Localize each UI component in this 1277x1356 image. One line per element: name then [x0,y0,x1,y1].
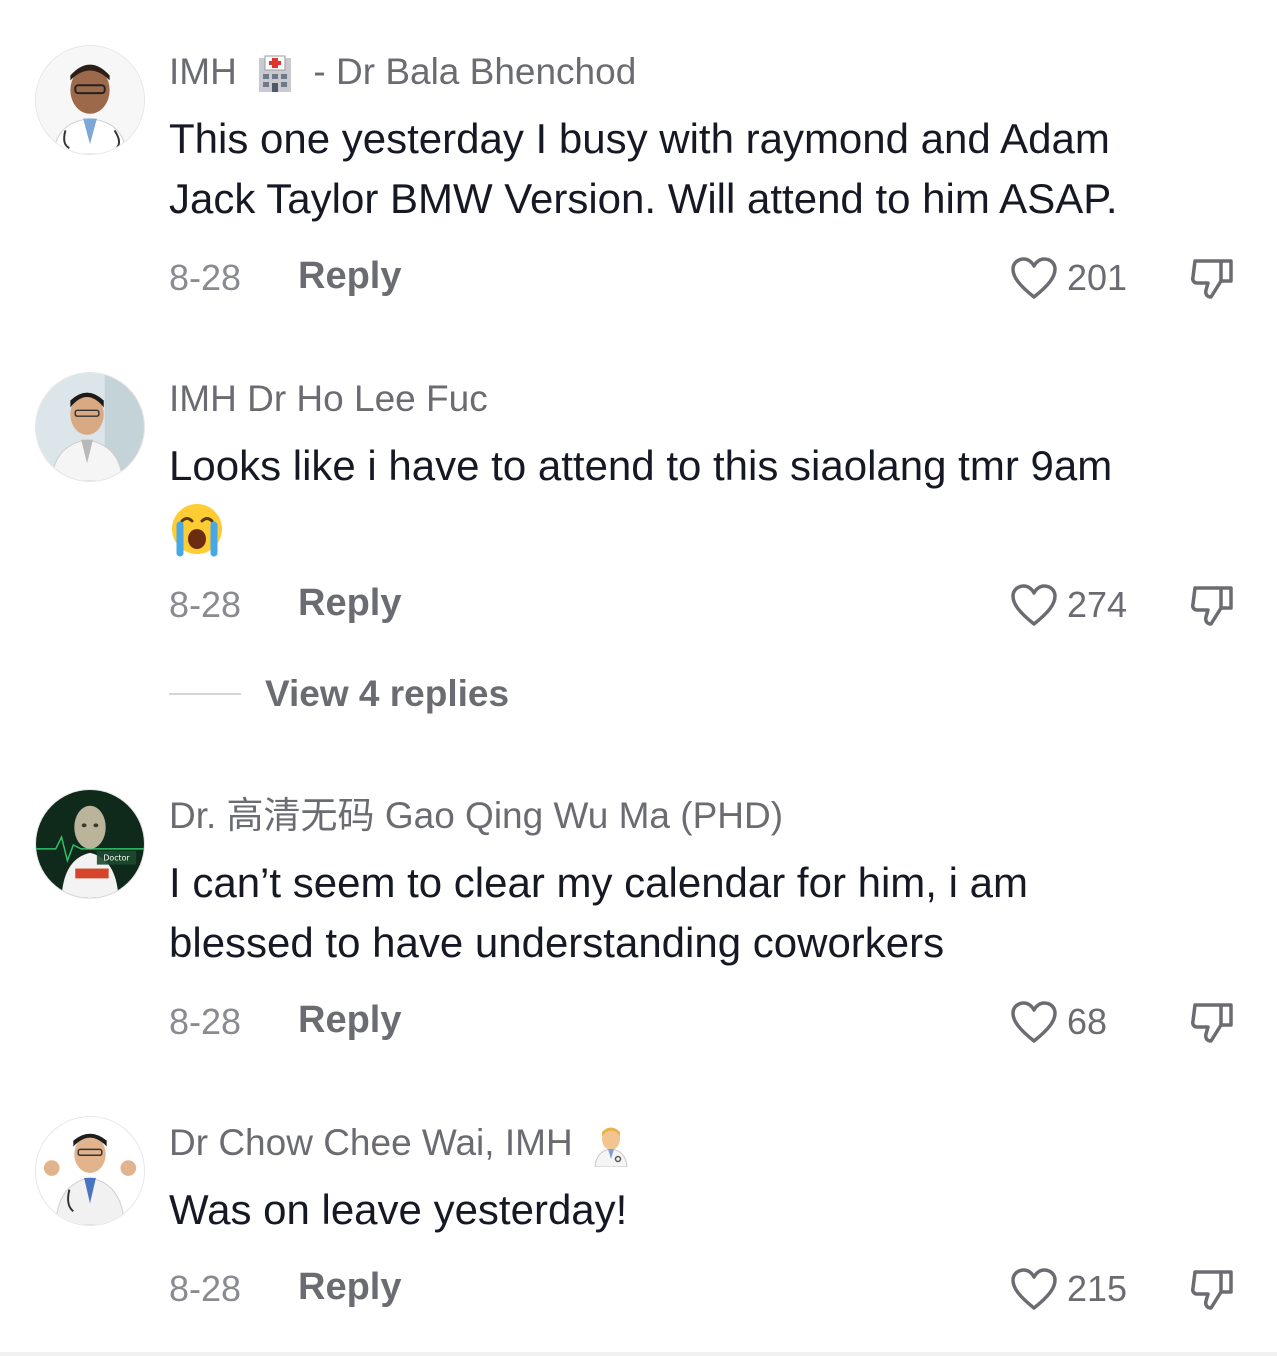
thumbs-down-icon [1191,586,1233,626]
bottom-divider [0,1352,1277,1356]
heart-outline-icon [1011,584,1057,626]
comment-text-line [169,496,1259,557]
comment-text: Was on leave yesterday! [169,1180,1259,1240]
like-count: 215 [1067,1268,1128,1309]
comment-text-line: blessed to have understanding coworkers [169,919,945,966]
dislike-button[interactable] [1187,253,1237,303]
comment-username[interactable]: Dr. 高清无码 Gao Qing Wu Ma (PHD) [169,794,783,838]
avatar-image [36,373,144,481]
heart-outline-icon [1011,257,1057,299]
man-health-worker-emoji-icon [589,1123,633,1168]
comment-text: This one yesterday I busy with raymond a… [169,109,1259,229]
comment-meta: 8-28 Reply 68 [169,997,1249,1047]
dislike-button[interactable] [1187,997,1237,1047]
like-button[interactable]: 68 [1009,997,1107,1047]
comment-date: 8-28 [169,1001,242,1042]
comment-meta: 8-28 Reply 274 [169,580,1249,630]
comment-date: 8-28 [169,257,242,298]
like-button[interactable]: 274 [1009,580,1127,630]
avatar-caption: Doctor [103,854,130,863]
comment-text-line: I can’t seem to clear my calendar for hi… [169,859,1028,906]
avatar-image: Doctor [36,790,144,898]
username-prefix: IMH [169,51,237,92]
thumbs-down-icon [1191,1270,1233,1310]
comment-text-line: Jack Taylor BMW Version. Will attend to … [169,175,1118,222]
avatar[interactable] [35,45,145,155]
hospital-emoji-icon [253,52,297,96]
loudly-crying-face-emoji-icon [169,501,225,557]
comment-meta: 8-28 Reply 201 [169,253,1249,303]
like-count: 68 [1067,1001,1108,1042]
thumbs-down-icon [1191,259,1233,299]
comment-text-line: Was on leave yesterday! [169,1186,628,1233]
comment-text-line: This one yesterday I busy with raymond a… [169,115,1110,162]
view-replies-button[interactable]: View 4 replies [169,670,509,718]
comment-username[interactable]: IMH - Dr Bala Bhenchod [169,50,636,96]
like-count: 274 [1067,584,1128,625]
reply-button[interactable]: Reply [298,582,401,625]
avatar-image [36,46,144,154]
reply-button[interactable]: Reply [298,1266,401,1309]
heart-outline-icon [1011,1001,1057,1043]
comment-username[interactable]: Dr Chow Chee Wai, IMH [169,1121,639,1168]
username-name: - Dr Bala Bhenchod [313,51,637,92]
avatar[interactable] [35,1116,145,1226]
comment-date: 8-28 [169,1268,242,1309]
avatar[interactable]: Doctor [35,789,145,899]
like-button[interactable]: 215 [1009,1264,1127,1314]
comment-text: Looks like i have to attend to this siao… [169,436,1259,557]
username-name: Dr Chow Chee Wai, IMH [169,1122,573,1163]
avatar[interactable] [35,372,145,482]
thumbs-down-icon [1191,1003,1233,1043]
avatar-image [36,1117,144,1225]
view-replies-label: View 4 replies [265,673,510,714]
like-count: 201 [1067,257,1128,298]
reply-button[interactable]: Reply [298,999,401,1042]
comment-meta: 8-28 Reply 215 [169,1264,1249,1314]
dislike-button[interactable] [1187,580,1237,630]
comment-text: I can’t seem to clear my calendar for hi… [169,853,1259,973]
comment-username[interactable]: IMH Dr Ho Lee Fuc [169,377,488,421]
heart-outline-icon [1011,1268,1057,1310]
dislike-button[interactable] [1187,1264,1237,1314]
reply-button[interactable]: Reply [298,255,401,298]
comment-date: 8-28 [169,584,242,625]
view-replies-divider [169,693,241,695]
comment-text-line: Looks like i have to attend to this siao… [169,442,1113,489]
like-button[interactable]: 201 [1009,253,1127,303]
